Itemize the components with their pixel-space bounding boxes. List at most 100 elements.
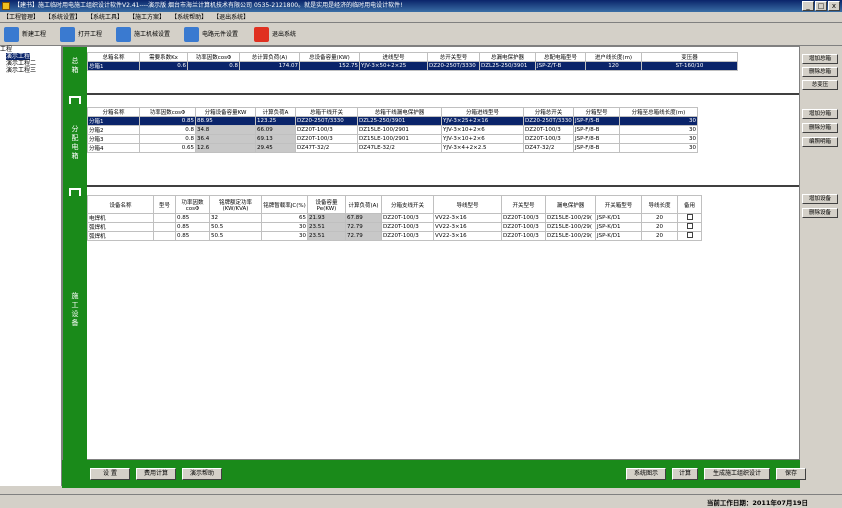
table-cell[interactable]: YJV-3×25+2×16 <box>441 116 524 126</box>
table-cell[interactable]: DZ20T-100/3 <box>501 213 546 223</box>
cost-calc-button[interactable]: 费用计算 <box>136 468 176 480</box>
table-cell[interactable]: 0.85 <box>175 213 210 223</box>
table-cell[interactable]: DZ20T-100/3 <box>501 231 546 241</box>
exit-system-button[interactable]: 退出系统 <box>252 25 304 44</box>
table-cell[interactable]: DZ20T-100/3 <box>295 134 358 144</box>
tree-item-3[interactable]: 演示工程三 <box>6 67 36 74</box>
new-project-button[interactable]: 新建工程 <box>2 25 54 44</box>
table-row[interactable]: 分箱3 0.8 36.4 69.13 DZ20T-100/3 DZ15LE-10… <box>87 134 698 144</box>
menu-exit[interactable]: 【退出系统】 <box>210 12 252 23</box>
tree-item-1[interactable]: 演示工程 <box>6 53 31 60</box>
table-cell[interactable]: DZ47LE-32/2 <box>357 143 442 153</box>
demo-help-button[interactable]: 演示帮助 <box>182 468 222 480</box>
table-cell[interactable]: 23.51 <box>307 222 346 232</box>
tree-item-2[interactable]: 演示工程二 <box>6 60 36 67</box>
spare-checkbox[interactable] <box>686 223 693 229</box>
table-cell[interactable]: 30 <box>261 222 308 232</box>
table-row[interactable]: 弧焊机 0.85 50.5 30 23.51 72.79 DZ20T-100/3… <box>87 231 702 241</box>
table-cell[interactable]: DZ47T-32/2 <box>295 143 358 153</box>
system-diagram-button[interactable]: 系统图示 <box>626 468 666 480</box>
table-row[interactable]: 分箱1 0.85 88.95 123.25 DZ20-250T/3330 DZL… <box>87 116 698 126</box>
table-cell[interactable]: 66.09 <box>255 125 296 135</box>
table-cell[interactable]: 分箱3 <box>87 134 140 144</box>
table-cell[interactable]: DZ15LE-100/29( <box>545 213 596 223</box>
table-cell[interactable]: JSP-F/8-B <box>573 134 620 144</box>
spare-checkbox[interactable] <box>686 232 693 238</box>
table-cell[interactable]: 69.13 <box>255 134 296 144</box>
menu-help[interactable]: 【系统帮助】 <box>168 12 210 23</box>
table-cell[interactable]: 12.6 <box>195 143 256 153</box>
table-cell[interactable]: 72.79 <box>345 222 382 232</box>
table-cell[interactable]: DZL25-250/3901 <box>357 116 442 126</box>
table-cell[interactable]: DZ15LE-100/29( <box>545 222 596 232</box>
table-cell[interactable]: 总箱1 <box>87 61 140 71</box>
delete-main-box-button[interactable]: 删除总箱 <box>802 67 838 77</box>
close-button[interactable]: x <box>828 1 840 11</box>
table-cell[interactable]: DZ20-250T/3330 <box>523 116 574 126</box>
table-cell[interactable]: 88.95 <box>195 116 256 126</box>
delete-equipment-button[interactable]: 删除设备 <box>802 208 838 218</box>
add-main-box-button[interactable]: 增加总箱 <box>802 54 838 64</box>
table-cell[interactable]: DZ20T-100/3 <box>381 222 434 232</box>
table-cell[interactable]: 0.8 <box>139 125 196 135</box>
table-row[interactable]: 分箱4 0.65 12.6 29.45 DZ47T-32/2 DZ47LE-32… <box>87 143 698 153</box>
table-cell[interactable]: YJV-3×10+2×6 <box>441 134 524 144</box>
table-cell[interactable]: DZ15LE-100/2901 <box>357 134 442 144</box>
table-cell[interactable]: 120 <box>585 61 642 71</box>
menu-tools[interactable]: 【系统工具】 <box>84 12 126 23</box>
table-cell[interactable]: 23.51 <box>307 231 346 241</box>
table-row[interactable]: 弧焊机 0.85 50.5 30 23.51 72.79 DZ20T-100/3… <box>87 222 702 232</box>
menu-settings[interactable]: 【系统设置】 <box>42 12 84 23</box>
table-cell[interactable]: 174.07 <box>239 61 300 71</box>
table-cell[interactable]: DZ20T-100/3 <box>381 231 434 241</box>
table-cell[interactable]: JSP-F/8-B <box>573 143 620 153</box>
table-cell[interactable]: 123.25 <box>255 116 296 126</box>
minimize-button[interactable]: _ <box>802 1 814 11</box>
table-cell[interactable]: YJV-3×10+2×6 <box>441 125 524 135</box>
table-cell[interactable]: 50.5 <box>209 231 262 241</box>
table-cell[interactable]: 67.89 <box>345 213 382 223</box>
table-cell[interactable]: DZ20T-100/3 <box>295 125 358 135</box>
table-cell[interactable]: JSP-K/D1 <box>595 222 642 232</box>
table-row[interactable]: 分箱2 0.8 34.8 66.09 DZ20T-100/3 DZ15LE-10… <box>87 125 698 135</box>
table-cell[interactable]: 29.45 <box>255 143 296 153</box>
table-cell[interactable]: 0.8 <box>187 61 240 71</box>
table-cell[interactable]: 72.79 <box>345 231 382 241</box>
table-row[interactable]: 总箱1 0.6 0.8 174.07 152.75 YJV-3×50+2×25 … <box>87 61 738 71</box>
generate-design-button[interactable]: 生成施工组织设计 <box>704 468 770 480</box>
add-equipment-button[interactable]: 增加设备 <box>802 194 838 204</box>
menu-project[interactable]: 【工程管理】 <box>0 12 42 23</box>
table-cell[interactable]: DZ20T-100/3 <box>523 125 574 135</box>
table-cell[interactable]: 32 <box>209 213 262 223</box>
table-cell[interactable]: YJV-3×4+2×2.5 <box>441 143 524 153</box>
table-cell[interactable]: 20 <box>641 231 678 241</box>
tree-root[interactable]: 工程 <box>0 46 61 53</box>
table-cell[interactable]: ST-160/10 <box>641 61 738 71</box>
open-project-button[interactable]: 打开工程 <box>58 25 110 44</box>
table-cell[interactable]: 0.85 <box>139 116 196 126</box>
table-cell[interactable]: DZ20-250T/3330 <box>427 61 480 71</box>
table-cell[interactable]: 30 <box>619 134 698 144</box>
table-cell[interactable]: 20 <box>641 213 678 223</box>
table-row[interactable]: 电焊机 0.85 32 65 21.93 67.89 DZ20T-100/3 V… <box>87 213 702 223</box>
table-cell[interactable] <box>153 222 176 232</box>
table-cell[interactable]: DZ15LE-100/2901 <box>357 125 442 135</box>
table-cell[interactable]: 20 <box>641 222 678 232</box>
component-settings-button[interactable]: 电路元件设置 <box>182 25 246 44</box>
table-cell[interactable]: 0.85 <box>175 222 210 232</box>
table-cell[interactable]: 50.5 <box>209 222 262 232</box>
table-cell[interactable]: 0.8 <box>139 134 196 144</box>
table-cell[interactable]: 0.65 <box>139 143 196 153</box>
table-cell[interactable]: DZ20-250T/3330 <box>295 116 358 126</box>
table-cell[interactable]: DZL25-250/3901 <box>479 61 536 71</box>
table-cell[interactable]: 弧焊机 <box>87 222 154 232</box>
table-cell[interactable]: 弧焊机 <box>87 231 154 241</box>
lighting-box-button[interactable]: 编照明箱 <box>802 137 838 147</box>
spare-checkbox[interactable] <box>686 214 693 220</box>
table-cell[interactable]: JSP-K/D1 <box>595 231 642 241</box>
table-cell[interactable]: DZ20T-100/3 <box>501 222 546 232</box>
table-cell[interactable]: DZ15LE-100/29( <box>545 231 596 241</box>
menu-plan[interactable]: 【施工方案】 <box>126 12 168 23</box>
table-cell[interactable]: DZ20T-100/3 <box>381 213 434 223</box>
table-cell[interactable]: VV22-3×16 <box>433 231 502 241</box>
